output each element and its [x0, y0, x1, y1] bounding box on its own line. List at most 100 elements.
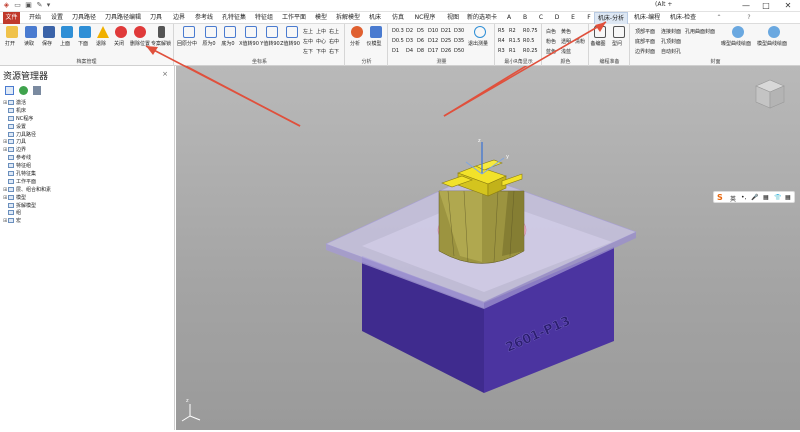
- tab-setup[interactable]: 设置: [48, 12, 66, 24]
- drawing-button[interactable]: 备编图: [590, 26, 608, 47]
- analysis-button[interactable]: 分析: [349, 26, 365, 47]
- refresh-icon[interactable]: [19, 86, 28, 95]
- tab-f[interactable]: F: [584, 12, 594, 24]
- grid-middle-right[interactable]: 右中: [329, 38, 339, 45]
- radius-r1-5[interactable]: R1.5: [509, 38, 520, 44]
- measure-d6[interactable]: D6: [417, 38, 424, 44]
- tab-tool[interactable]: 刀具: [147, 12, 165, 24]
- grid-top-left[interactable]: 左上: [303, 28, 313, 35]
- measure-d35[interactable]: D35: [454, 38, 464, 44]
- view-cube-icon[interactable]: [755, 79, 785, 109]
- help-icon[interactable]: ?: [744, 12, 754, 24]
- seal-connect[interactable]: 连接封面: [661, 28, 681, 35]
- edit-icon[interactable]: ✎: [35, 1, 44, 10]
- tab-machine-check[interactable]: 机床-检查: [668, 12, 698, 24]
- measure-d8[interactable]: D8: [417, 48, 424, 54]
- open-button[interactable]: 打开: [4, 26, 20, 47]
- measure-d30[interactable]: D30: [454, 28, 464, 34]
- tree-item-reference[interactable]: 参考线: [3, 155, 173, 163]
- tree-item-machine[interactable]: 机床: [3, 107, 173, 116]
- tab-new[interactable]: 新的选项卡: [466, 12, 498, 24]
- tree-item-nc-program[interactable]: NC程序: [3, 115, 173, 124]
- close-project-button[interactable]: 关闭: [113, 26, 129, 47]
- tab-toolpath[interactable]: 刀具路径: [70, 12, 98, 24]
- query-button[interactable]: 型问: [611, 26, 627, 47]
- top-zero-button[interactable]: 原为0: [202, 26, 220, 47]
- tab-machine[interactable]: 机床: [366, 12, 384, 24]
- collapse-ribbon-icon[interactable]: ⌃: [714, 12, 724, 24]
- color-light-blue[interactable]: 浅蓝: [561, 48, 571, 55]
- tree-item-layers[interactable]: ⊞ 层、组合和和素: [3, 186, 173, 195]
- grid-middle-left[interactable]: 左中: [303, 38, 313, 45]
- tab-e[interactable]: E: [568, 12, 578, 24]
- scene-svg[interactable]: 2601-P13 z y z: [139, 15, 800, 430]
- color-white[interactable]: 白色: [546, 28, 556, 35]
- curve-face-button[interactable]: 曝型曲线绘面: [721, 26, 753, 47]
- down-button[interactable]: 下面: [77, 26, 93, 47]
- tree-item-setup[interactable]: 设置: [3, 123, 173, 132]
- tab-split-model[interactable]: 拆解模型: [334, 12, 362, 24]
- radius-r1[interactable]: R1: [509, 48, 516, 54]
- 3d-viewport[interactable]: 2601-P13 z y z: [139, 15, 800, 430]
- tab-boundary[interactable]: 边界: [170, 12, 188, 24]
- radius-r5[interactable]: R5: [498, 28, 505, 34]
- tab-machine-programming[interactable]: 机床-编程: [632, 12, 662, 24]
- ime-punct[interactable]: •,: [741, 194, 746, 201]
- open-icon[interactable]: ▭: [13, 1, 22, 10]
- bottom-zero-button[interactable]: 底为0: [221, 26, 239, 47]
- delete-position-button[interactable]: 删除位置: [130, 26, 150, 47]
- measure-d25[interactable]: D25: [441, 38, 451, 44]
- read-button[interactable]: 读取: [23, 26, 39, 47]
- seal-hole-top[interactable]: 孔顶封面: [661, 38, 681, 45]
- tree-item-toolpath[interactable]: 刀具路径: [3, 131, 173, 140]
- tab-workplane[interactable]: 工作平面: [280, 12, 308, 24]
- grid-top-center[interactable]: 上中: [316, 28, 326, 35]
- unlock-project-button[interactable]: 专案解锁: [151, 26, 171, 47]
- dropdown-icon[interactable]: ▾: [44, 1, 53, 10]
- trash-icon[interactable]: [33, 86, 41, 95]
- tree-item-activate[interactable]: ⊞ 激活: [3, 100, 173, 108]
- ime-keyboard[interactable]: ▦: [763, 194, 769, 201]
- tab-c[interactable]: C: [536, 12, 546, 24]
- model-only-button[interactable]: 仪模型: [366, 26, 384, 47]
- measure-d17[interactable]: D17: [428, 48, 438, 54]
- ime-english[interactable]: 英: [730, 194, 736, 203]
- tab-model[interactable]: 模型: [312, 12, 330, 24]
- close-icon[interactable]: ×: [162, 70, 168, 78]
- tree-item-group[interactable]: 组: [3, 210, 173, 218]
- tree-item-tool[interactable]: ⊞ 刀具: [3, 139, 173, 147]
- measure-d50[interactable]: D50: [454, 48, 464, 54]
- tree-item-macro[interactable]: ⊞ 宏: [3, 218, 173, 226]
- save-icon[interactable]: ▣: [24, 1, 33, 10]
- tab-nc-program[interactable]: NC程序: [411, 12, 439, 24]
- radius-r2[interactable]: R2: [509, 28, 516, 34]
- rotate-x-button[interactable]: X值转90: [239, 26, 261, 47]
- measure-d10[interactable]: D10: [428, 28, 438, 34]
- tree-item-split-model[interactable]: 拆解模型: [3, 202, 173, 211]
- radius-r4[interactable]: R4: [498, 38, 505, 44]
- measure-d0-5[interactable]: D0.5: [392, 38, 404, 44]
- up-button[interactable]: 上面: [59, 26, 75, 47]
- measure-d3[interactable]: D3: [406, 38, 413, 44]
- measure-d12[interactable]: D12: [428, 38, 438, 44]
- tab-b[interactable]: B: [520, 12, 530, 24]
- seal-bottom-plane[interactable]: 底部平面: [635, 38, 655, 45]
- exit-measure-button[interactable]: 退出测量: [468, 26, 491, 47]
- exit-button[interactable]: 退除: [95, 26, 111, 47]
- color-yellow[interactable]: 黄色: [561, 28, 571, 35]
- ime-mic[interactable]: 🎤: [751, 194, 758, 201]
- grid-bottom-left[interactable]: 左下: [303, 48, 313, 55]
- color-transparent[interactable]: 透明: [561, 38, 571, 45]
- seal-boundary[interactable]: 边界封面: [635, 48, 655, 55]
- tab-home[interactable]: 开始: [26, 12, 44, 24]
- color-clear-pink[interactable]: 清粉: [575, 38, 585, 45]
- minimize-button[interactable]: —: [738, 0, 754, 12]
- tab-toolpath-edit[interactable]: 刀具路径编辑: [103, 12, 143, 24]
- measure-d26[interactable]: D26: [441, 48, 451, 54]
- maximize-button[interactable]: □: [758, 0, 774, 12]
- seal-auto-hole[interactable]: 自动封孔: [661, 48, 681, 55]
- measure-d21[interactable]: D21: [441, 28, 451, 34]
- model-curve-face-button[interactable]: 模型曲线绘面: [757, 26, 789, 47]
- save-button[interactable]: 保存: [41, 26, 57, 47]
- seal-hole-surface[interactable]: 孔用曲面封面: [685, 28, 715, 35]
